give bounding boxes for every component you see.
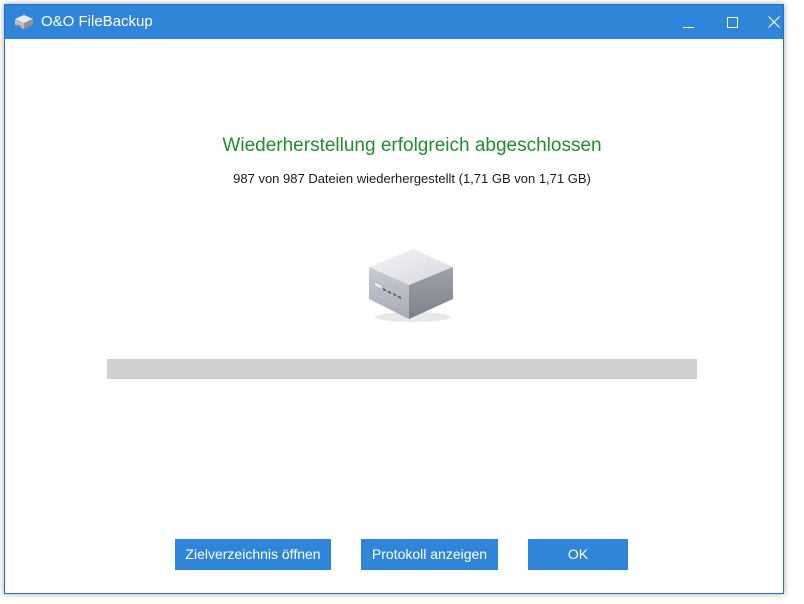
maximize-button[interactable] <box>709 5 755 39</box>
minimize-icon <box>682 17 694 28</box>
progress-bar <box>107 359 697 379</box>
title-bar[interactable]: O&O FileBackup <box>5 5 783 39</box>
show-log-button[interactable]: Protokoll anzeigen <box>361 539 498 570</box>
app-window: O&O FileBackup Wiederherstellung erfolgr… <box>4 4 784 594</box>
close-icon <box>768 16 780 28</box>
ok-button[interactable]: OK <box>528 539 628 570</box>
drive-icon <box>361 241 457 325</box>
status-detail: 987 von 987 Dateien wiederhergestellt (1… <box>233 171 591 186</box>
close-button[interactable] <box>751 5 797 39</box>
drive-icon <box>13 13 35 31</box>
status-headline: Wiederherstellung erfolgreich abgeschlos… <box>222 135 602 156</box>
minimize-button[interactable] <box>665 5 711 39</box>
maximize-icon <box>726 16 738 28</box>
progress-fill <box>107 359 697 379</box>
window-title: O&O FileBackup <box>41 13 153 30</box>
open-target-folder-button[interactable]: Zielverzeichnis öffnen <box>175 539 331 570</box>
